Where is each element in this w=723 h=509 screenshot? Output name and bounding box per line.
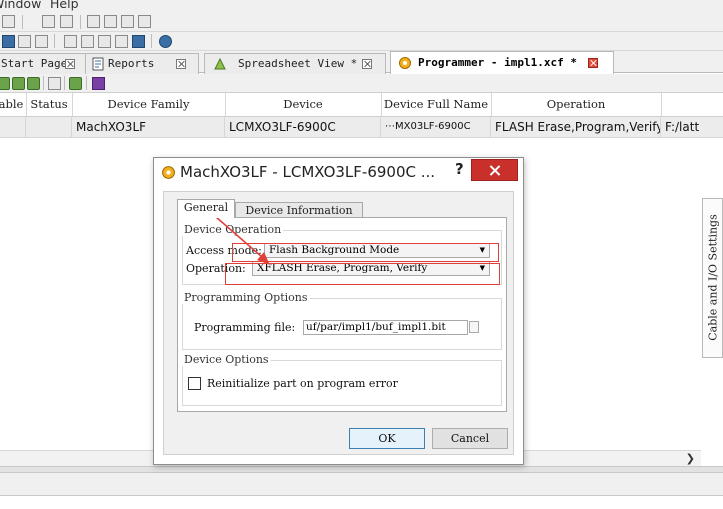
cell-device[interactable]: LCMXO3LF-6900C xyxy=(225,117,381,137)
globe-icon[interactable] xyxy=(159,35,172,48)
menu-bar: Window Help xyxy=(0,0,723,12)
cell-operation[interactable]: FLASH Erase,Program,Verify xyxy=(491,117,661,137)
programmer-toolbar xyxy=(0,74,723,93)
tab-programmer[interactable]: Programmer - impl1.xcf * xyxy=(390,51,614,74)
toolbar-icon[interactable] xyxy=(2,15,15,28)
chip-icon[interactable] xyxy=(18,35,31,48)
menu-help[interactable]: Help xyxy=(50,0,79,11)
table-row[interactable]: MachXO3LF LCMXO3LF-6900C ⋯MX03LF-6900C F… xyxy=(0,117,723,138)
column-header-enable[interactable]: able xyxy=(0,93,27,116)
view-icon[interactable] xyxy=(98,35,111,48)
column-header-status[interactable]: Status xyxy=(26,93,73,116)
tab-spreadsheet-view[interactable]: Spreadsheet View * xyxy=(204,53,386,74)
close-icon[interactable] xyxy=(65,59,75,69)
programmer-icon xyxy=(162,166,175,179)
column-header-operation[interactable]: Operation xyxy=(491,93,662,116)
toolbar-separator xyxy=(86,76,87,90)
dialog-close-button[interactable] xyxy=(471,159,518,181)
programming-options-title: Programming Options xyxy=(182,291,310,304)
device-options-title: Device Options xyxy=(182,353,271,366)
toolbar-separator xyxy=(80,15,81,29)
cable-io-settings-panel[interactable]: Cable and I/O Settings xyxy=(702,198,723,358)
toolbar-separator xyxy=(22,15,23,29)
programming-file-label: Programming file: xyxy=(194,321,296,334)
tab-label: Spreadsheet View * xyxy=(238,57,358,70)
cell-device-family[interactable]: MachXO3LF xyxy=(72,117,225,137)
close-icon[interactable] xyxy=(362,59,372,69)
save-icon[interactable] xyxy=(60,15,73,28)
open-icon[interactable] xyxy=(42,15,55,28)
column-header-device-family[interactable]: Device Family xyxy=(72,93,226,116)
report-icon xyxy=(92,57,104,71)
toolbar-separator xyxy=(54,34,55,48)
program-icon[interactable] xyxy=(27,77,40,90)
help-button[interactable]: ? xyxy=(455,160,464,178)
menu-window[interactable]: Window xyxy=(0,0,41,11)
ok-button[interactable]: OK xyxy=(349,428,425,449)
device-table-header: able Status Device Family Device Device … xyxy=(0,93,723,117)
tab-general[interactable]: General xyxy=(177,199,235,218)
browse-button[interactable] xyxy=(469,321,479,333)
cable-io-settings-label: Cable and I/O Settings xyxy=(706,214,720,341)
editor-tab-bar: Start Page Reports Spreadsheet View * Pr… xyxy=(0,51,723,74)
view-icon[interactable] xyxy=(115,35,128,48)
view-icon[interactable] xyxy=(132,35,145,48)
cell-status xyxy=(26,117,72,137)
column-header-device-full-name[interactable]: Device Full Name xyxy=(381,93,492,116)
column-header-device[interactable]: Device xyxy=(225,93,382,116)
window-icon[interactable] xyxy=(104,15,117,28)
tab-label: Reports xyxy=(108,57,155,70)
program-icon[interactable] xyxy=(0,77,10,90)
toolbar-2 xyxy=(0,32,723,51)
tab-label: Programmer - impl1.xcf * xyxy=(418,56,577,69)
toolbar-separator xyxy=(151,34,152,48)
view-icon[interactable] xyxy=(81,35,94,48)
spreadsheet-icon xyxy=(214,57,226,70)
a-icon[interactable] xyxy=(2,35,15,48)
close-icon[interactable] xyxy=(588,58,598,68)
scan-icon[interactable] xyxy=(48,77,61,90)
cell-file[interactable]: F:/latt xyxy=(661,117,723,137)
cell-enable[interactable] xyxy=(0,117,26,137)
programmer-icon xyxy=(399,57,411,69)
programming-file-input[interactable]: uf/par/impl1/buf_impl1.bit xyxy=(303,320,468,335)
close-icon[interactable] xyxy=(176,59,186,69)
window-icon[interactable] xyxy=(138,15,151,28)
cancel-button[interactable]: Cancel xyxy=(432,428,508,449)
toolbar-separator xyxy=(64,76,65,90)
tab-reports[interactable]: Reports xyxy=(85,53,199,74)
window-icon[interactable] xyxy=(121,15,134,28)
status-bar xyxy=(0,472,723,496)
device-properties-dialog: MachXO3LF - LCMXO3LF-6900C ... ? General… xyxy=(153,157,524,465)
tab-label: Start Page xyxy=(1,57,68,70)
usb-icon[interactable] xyxy=(92,77,105,90)
window-icon[interactable] xyxy=(87,15,100,28)
view-icon[interactable] xyxy=(64,35,77,48)
toolbar-1 xyxy=(0,12,723,32)
reinitialize-label: Reinitialize part on program error xyxy=(207,377,398,390)
reinitialize-checkbox[interactable] xyxy=(188,377,201,390)
gear-icon[interactable] xyxy=(69,77,82,90)
dialog-title: MachXO3LF - LCMXO3LF-6900C ... xyxy=(180,163,436,181)
wand-icon[interactable] xyxy=(35,35,48,48)
tab-start-page[interactable]: Start Page xyxy=(0,53,86,74)
scroll-right-icon[interactable]: ❯ xyxy=(686,452,695,465)
program-icon[interactable] xyxy=(12,77,25,90)
cell-device-full-name[interactable]: ⋯MX03LF-6900C xyxy=(381,117,491,137)
toolbar-separator xyxy=(43,76,44,90)
column-header-file[interactable] xyxy=(661,93,723,116)
